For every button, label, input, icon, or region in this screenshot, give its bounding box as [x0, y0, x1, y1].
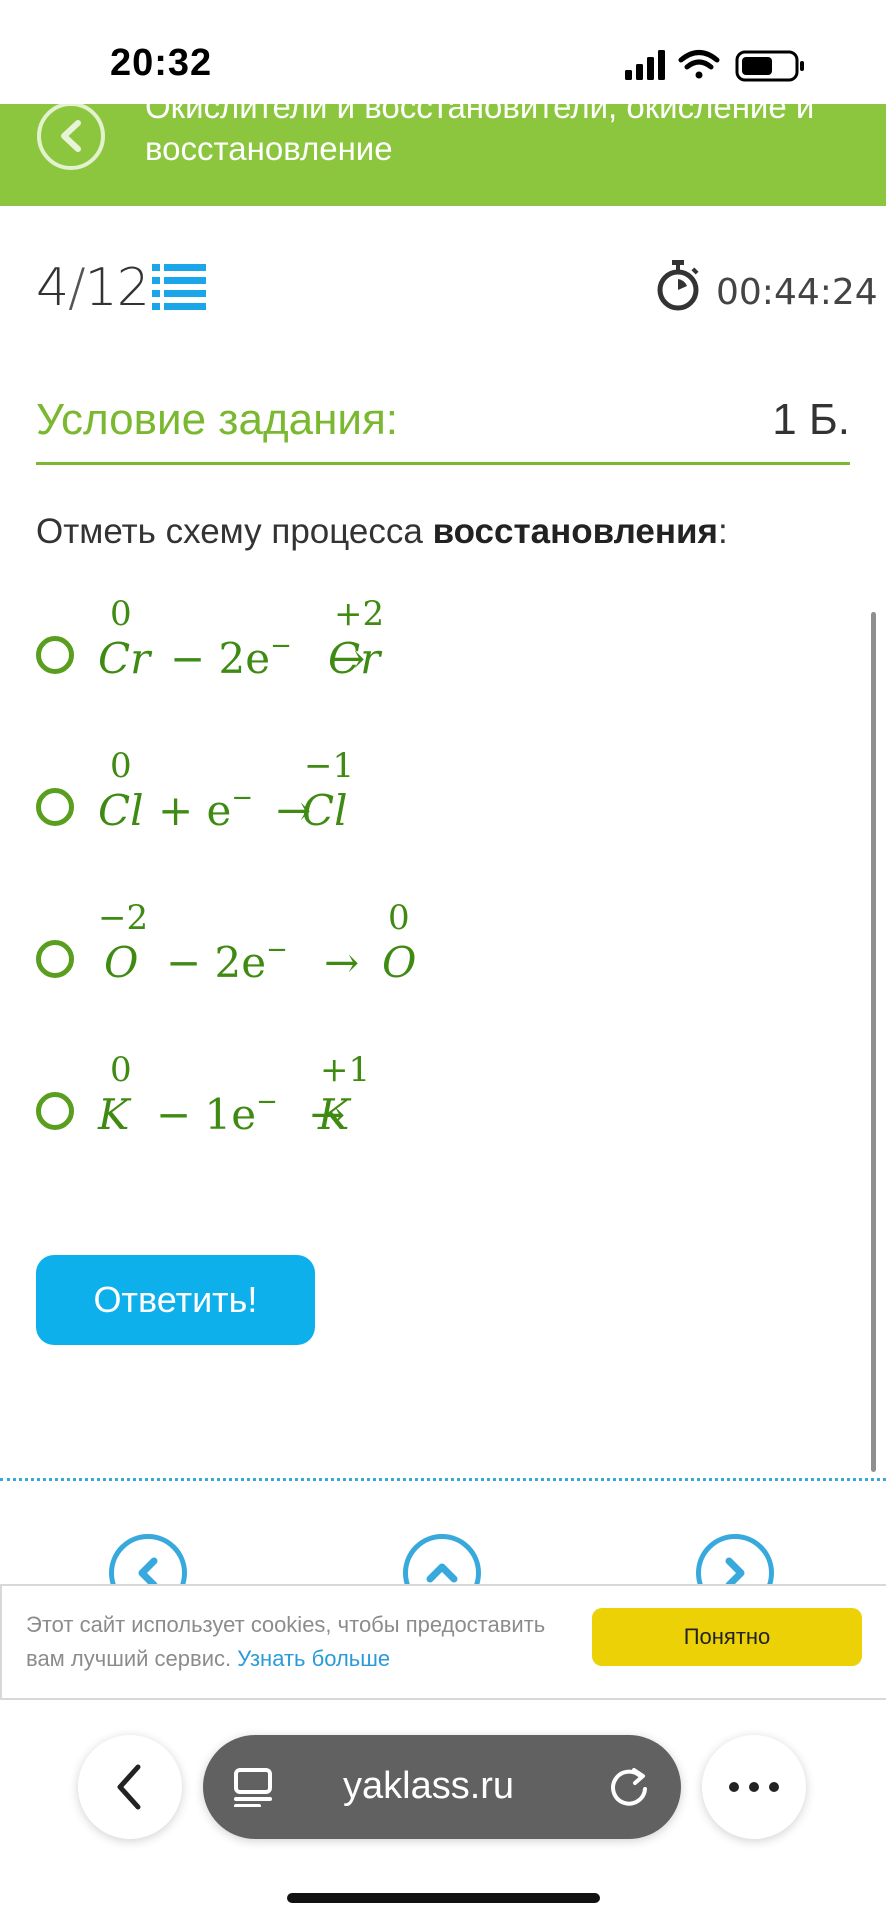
address-bar[interactable]: yaklass.ru: [203, 1735, 681, 1839]
status-icons: [625, 50, 804, 82]
browser-back-button[interactable]: [78, 1735, 182, 1839]
radio-button[interactable]: [36, 788, 74, 826]
condition-divider: [36, 462, 850, 465]
question-prefix: Отметь схему процесса: [36, 512, 433, 551]
total-tasks: 12: [84, 258, 150, 318]
oxidation-state-right: +2: [334, 594, 385, 634]
element-right: Cl: [302, 786, 348, 835]
question-suffix: :: [717, 512, 728, 551]
cookie-message: Этот сайт использует cookies, чтобы пред…: [26, 1608, 586, 1676]
element-left: O: [104, 938, 139, 987]
electron-charge: −: [266, 935, 288, 965]
lesson-header: Окислители и восстановители, окисление и…: [0, 104, 886, 206]
element-right: O: [382, 938, 417, 987]
oxidation-state-right: +1: [320, 1050, 371, 1090]
element-left: Cr: [98, 634, 151, 683]
section-divider: [0, 1478, 886, 1481]
battery-icon: [735, 50, 804, 82]
lesson-title: Окислители и восстановители, окисление и…: [145, 104, 815, 167]
points-value: 1 Б.: [772, 395, 850, 444]
condition-title: Условие задания:: [36, 395, 399, 444]
electron-count: + e: [158, 786, 232, 835]
back-button[interactable]: [37, 104, 105, 170]
question-text: Отметь схему процесса восстановления:: [36, 512, 728, 552]
element-left: K: [98, 1090, 130, 1139]
oxidation-state-left: 0: [110, 1050, 132, 1090]
reader-mode-icon[interactable]: [233, 1767, 275, 1807]
electron-count: − 1e: [156, 1090, 257, 1139]
cookie-banner: Этот сайт использует cookies, чтобы пред…: [0, 1584, 886, 1700]
wifi-icon: [678, 50, 720, 79]
electron-term: − 2e−: [166, 935, 288, 987]
electron-charge: −: [270, 631, 292, 661]
accept-cookies-button[interactable]: Понятно: [592, 1608, 862, 1666]
reload-icon[interactable]: [607, 1765, 651, 1809]
electron-charge: −: [256, 1087, 278, 1117]
status-time: 20:32: [110, 42, 213, 84]
radio-button[interactable]: [36, 940, 74, 978]
chevron-left-icon: [61, 120, 81, 152]
answer-option[interactable]: −2 O − 2e− → 0 O: [36, 898, 636, 1008]
learn-more-link[interactable]: Узнать больше: [237, 1646, 390, 1671]
oxidation-state-left: 0: [110, 746, 132, 786]
answer-option[interactable]: 0 K − 1e− → +1 K: [36, 1050, 636, 1160]
electron-term: − 2e−: [170, 631, 292, 683]
status-bar: 20:32: [0, 0, 886, 104]
chevron-left-icon: [117, 1764, 141, 1810]
electron-term: + e−: [158, 783, 254, 835]
electron-term: − 1e−: [156, 1087, 278, 1139]
element-right: Cr: [328, 634, 381, 683]
stopwatch-icon: [657, 260, 699, 311]
radio-button[interactable]: [36, 1092, 74, 1130]
electron-count: − 2e: [170, 634, 271, 683]
element-right: K: [318, 1090, 350, 1139]
more-dots-icon: [729, 1782, 779, 1792]
task-list-icon[interactable]: [152, 264, 206, 310]
signal-icon: [625, 50, 665, 80]
electron-count: − 2e: [166, 938, 267, 987]
reaction-arrow: →: [324, 938, 360, 987]
home-indicator: [287, 1893, 600, 1903]
oxidation-state-right: −1: [304, 746, 355, 786]
scrollbar[interactable]: [871, 612, 876, 1472]
question-keyword: восстановления: [432, 512, 718, 551]
submit-answer-button[interactable]: Ответить!: [36, 1255, 315, 1345]
oxidation-state-right: 0: [388, 898, 410, 938]
timer-value: 00:44:24: [716, 272, 878, 313]
task-counter: 4/12: [36, 258, 150, 318]
radio-button[interactable]: [36, 636, 74, 674]
more-options-button[interactable]: [702, 1735, 806, 1839]
counter-separator: /: [68, 258, 86, 318]
oxidation-state-left: −2: [98, 898, 149, 938]
url-text: yaklass.ru: [343, 1765, 515, 1807]
current-task: 4: [36, 258, 69, 318]
oxidation-state-left: 0: [110, 594, 132, 634]
answer-option[interactable]: 0 Cr − 2e− → +2 Cr: [36, 594, 636, 704]
element-left: Cl: [98, 786, 144, 835]
answer-option[interactable]: 0 Cl + e− → −1 Cl: [36, 746, 636, 856]
electron-charge: −: [231, 783, 254, 813]
